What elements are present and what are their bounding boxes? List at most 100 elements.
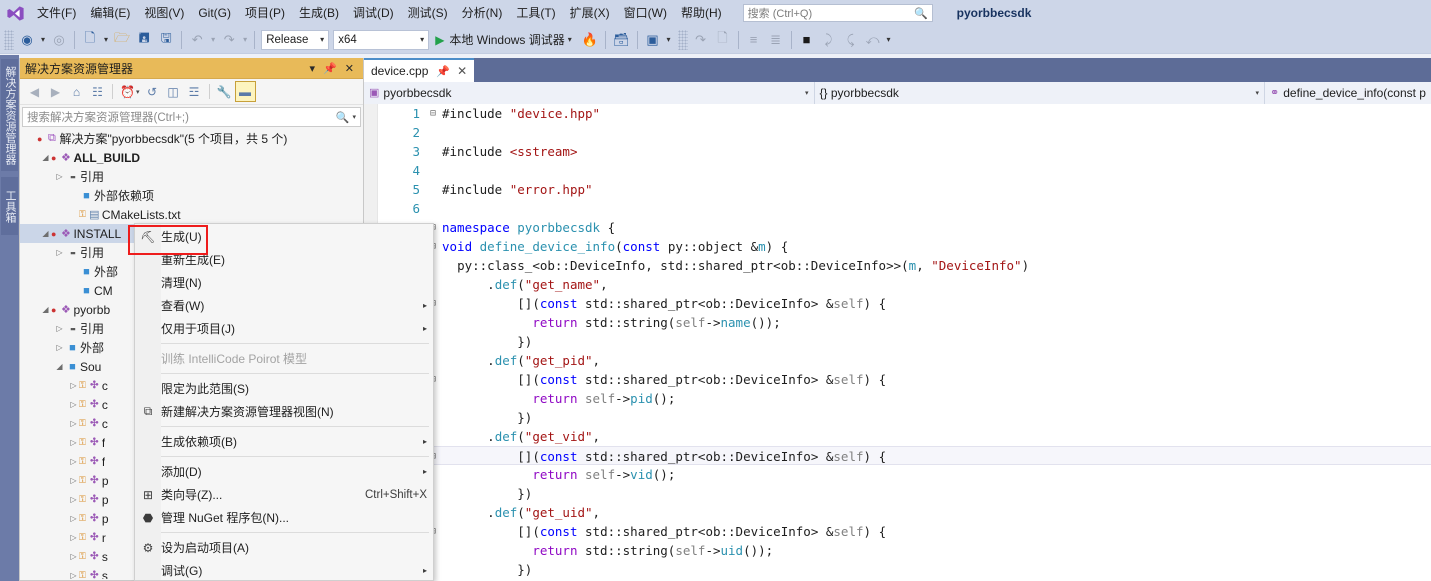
indent-icon[interactable]: ≡ <box>743 29 765 51</box>
collapsed-twisty-icon[interactable]: ▷ <box>68 438 79 447</box>
menu-help[interactable]: 帮助(H) <box>674 0 729 26</box>
menu-git[interactable]: Git(G) <box>191 0 238 26</box>
navbar-member-selector[interactable]: ⚭ define_device_info(const p <box>1265 81 1431 104</box>
collapsed-twisty-icon[interactable]: ▷ <box>68 571 79 579</box>
solution-configuration-combo[interactable]: Release ▾ <box>261 29 330 50</box>
context-menu-item[interactable]: ⊞ 类向导(Z)... Ctrl+Shift+X <box>135 483 433 506</box>
solution-explorer-search[interactable]: 搜索解决方案资源管理器(Ctrl+;) 🔍 ▾ <box>22 107 361 127</box>
sync-with-active-document-icon[interactable]: ☷ <box>87 81 108 102</box>
context-menu-item[interactable]: 仅用于项目(J) ▸ <box>135 317 433 340</box>
save-all-icon[interactable]: 🖫 <box>155 29 177 51</box>
tree-item[interactable]: ■ 外部依赖项 <box>20 186 363 205</box>
collapsed-twisty-icon[interactable]: ▷ <box>54 248 65 257</box>
select-element-icon[interactable]: ▣ <box>642 29 664 51</box>
context-menu-item[interactable]: ⬣ 管理 NuGet 程序包(N)... <box>135 506 433 529</box>
collapse-region-icon[interactable]: ⊟ <box>426 104 440 123</box>
context-menu-item[interactable]: ⧉ 新建解决方案资源管理器视图(N) <box>135 400 433 423</box>
new-project-dropdown-icon[interactable]: ▾ <box>101 35 111 44</box>
menu-test[interactable]: 测试(S) <box>401 0 455 26</box>
tree-item[interactable]: ▷ ▪▪ 引用 <box>20 167 363 186</box>
menu-tools[interactable]: 工具(T) <box>509 0 562 26</box>
toggle-outline-icon[interactable]: ↷ <box>690 29 712 51</box>
pin-icon[interactable]: 📌 <box>319 62 341 75</box>
forward-icon[interactable]: ▶ <box>45 81 66 102</box>
navigate-backward-icon[interactable]: ◉ <box>16 29 38 51</box>
bookmark-icon[interactable]: ■ <box>796 29 818 51</box>
collapsed-twisty-icon[interactable]: ▷ <box>54 324 65 333</box>
context-menu-item[interactable]: 生成依赖项(B) ▸ <box>135 430 433 453</box>
tree-item[interactable]: ⚿ ▤ CMakeLists.txt <box>20 205 363 224</box>
live-share-icon[interactable]: 🗃 <box>610 29 633 51</box>
menu-extensions[interactable]: 扩展(X) <box>563 0 617 26</box>
context-menu-item[interactable]: 查看(W) ▸ <box>135 294 433 317</box>
context-menu-item[interactable]: ⛏ 生成(U) <box>135 225 433 248</box>
context-menu-item[interactable]: 添加(D) ▸ <box>135 460 433 483</box>
expanded-twisty-icon[interactable]: ◢ <box>40 305 51 314</box>
home-icon[interactable]: ⌂ <box>66 81 87 102</box>
menu-analyze[interactable]: 分析(N) <box>455 0 510 26</box>
collapsed-twisty-icon[interactable]: ▷ <box>68 381 79 390</box>
collapsed-twisty-icon[interactable]: ▷ <box>68 476 79 485</box>
collapsed-twisty-icon[interactable]: ▷ <box>54 172 65 181</box>
properties-icon[interactable]: 🔧 <box>214 81 235 102</box>
collapsed-twisty-icon[interactable]: ▷ <box>68 533 79 542</box>
prev-bookmark-icon[interactable]: ⤸ <box>818 29 840 51</box>
redo-dropdown-icon[interactable]: ▾ <box>240 35 250 44</box>
vertical-tab-toolbox[interactable]: 工具箱 <box>1 177 18 235</box>
collapsed-twisty-icon[interactable]: ▷ <box>68 457 79 466</box>
context-menu-item[interactable]: 清理(N) <box>135 271 433 294</box>
vertical-tab-solution-explorer[interactable]: 解决方案资源管理器 <box>1 59 18 171</box>
toolbar-grip-2[interactable] <box>677 29 688 50</box>
next-bookmark-icon[interactable]: ⤹ <box>840 29 862 51</box>
close-icon[interactable]: ✕ <box>341 62 358 75</box>
solution-platform-combo[interactable]: x64 ▾ <box>333 29 430 50</box>
undo-dropdown-icon[interactable]: ▾ <box>208 35 218 44</box>
toolbar-grip[interactable] <box>4 29 14 50</box>
close-icon[interactable]: ✕ <box>457 64 467 78</box>
pin-icon[interactable]: 📌 <box>436 65 450 78</box>
collapsed-twisty-icon[interactable]: ▷ <box>54 343 65 352</box>
menu-build[interactable]: 生成(B) <box>292 0 346 26</box>
context-menu-item[interactable]: 重新生成(E) <box>135 248 433 271</box>
preview-selected-items-icon[interactable]: ▬ <box>234 81 256 102</box>
save-icon[interactable]: 🖪 <box>133 29 155 51</box>
context-menu-item[interactable]: 限定为此范围(S) <box>135 377 433 400</box>
menu-project[interactable]: 项目(P) <box>238 0 292 26</box>
redo-icon[interactable]: ↷ <box>218 29 240 51</box>
outdent-icon[interactable]: ≣ <box>765 29 787 51</box>
navigate-backward-dropdown-icon[interactable]: ▾ <box>38 35 48 44</box>
menu-view[interactable]: 视图(V) <box>137 0 191 26</box>
expanded-twisty-icon[interactable]: ◢ <box>40 229 51 238</box>
copy-icon[interactable]: 🗋 <box>712 29 734 51</box>
menu-edit[interactable]: 编辑(E) <box>83 0 137 26</box>
back-icon[interactable]: ◀ <box>24 81 45 102</box>
hot-reload-icon[interactable]: 🔥 <box>579 29 601 51</box>
select-element-dropdown-icon[interactable]: ▾ <box>664 35 674 44</box>
new-project-icon[interactable]: 🗋 <box>79 29 101 51</box>
pending-changes-filter-icon[interactable]: ⏰ <box>117 81 138 102</box>
quick-launch-search[interactable]: 搜索 (Ctrl+Q) 🔍 <box>742 4 933 22</box>
collapsed-twisty-icon[interactable]: ▷ <box>68 495 79 504</box>
menu-debug[interactable]: 调试(D) <box>346 0 401 26</box>
context-menu-item[interactable]: 调试(G) ▸ <box>135 559 433 581</box>
navbar-project-selector[interactable]: ▣ pyorbbecsdk ▾ <box>364 81 815 104</box>
collapsed-twisty-icon[interactable]: ▷ <box>68 419 79 428</box>
clear-bookmarks-icon[interactable]: ⤺ <box>862 29 884 51</box>
show-all-files-icon[interactable]: ☲ <box>184 81 205 102</box>
navbar-namespace-selector[interactable]: {} pyorbbecsdk ▾ <box>814 81 1265 104</box>
context-menu-item[interactable]: ⚙ 设为启动项目(A) <box>135 536 433 559</box>
collapsed-twisty-icon[interactable]: ▷ <box>68 552 79 561</box>
code-text-area[interactable]: 1 ⊟ #include "device.hpp" 2 3 #include <sstre… <box>364 104 1431 581</box>
chevron-down-icon[interactable]: ▾ <box>306 62 320 75</box>
undo-icon[interactable]: ↶ <box>186 29 208 51</box>
collapsed-twisty-icon[interactable]: ▷ <box>68 400 79 409</box>
expanded-twisty-icon[interactable]: ◢ <box>54 362 65 371</box>
collapse-all-icon[interactable]: ◫ <box>163 81 184 102</box>
menu-window[interactable]: 窗口(W) <box>617 0 674 26</box>
chevron-down-icon[interactable]: ▾ <box>352 113 356 121</box>
expanded-twisty-icon[interactable]: ◢ <box>40 153 51 162</box>
start-debugging-button[interactable]: ▶ 本地 Windows 调试器 ▾ <box>431 29 579 51</box>
navigate-forward-icon[interactable]: ◎ <box>48 29 70 51</box>
editor-tab-device-cpp[interactable]: device.cpp 📌 ✕ <box>364 58 475 82</box>
toolbar-overflow-icon[interactable]: ▾ <box>884 35 894 44</box>
